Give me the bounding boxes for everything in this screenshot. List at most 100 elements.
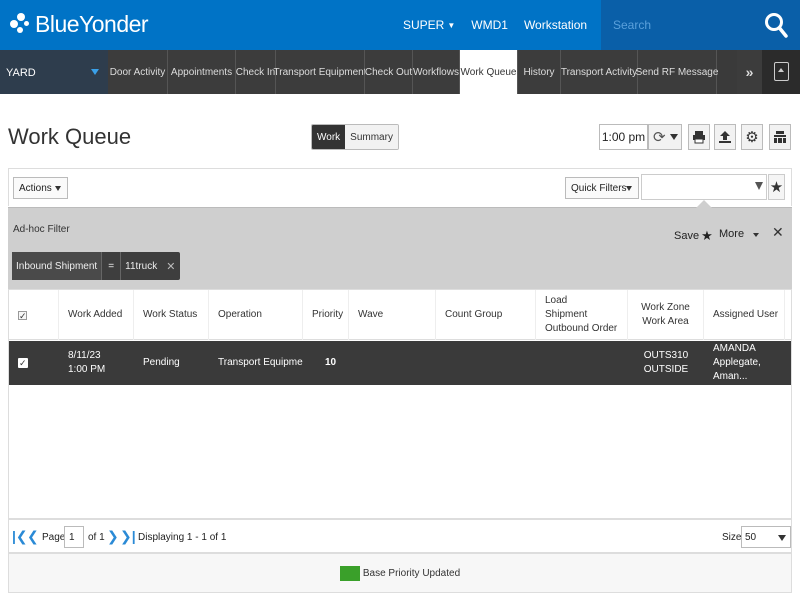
select-all-checkbox[interactable] [18, 309, 27, 323]
chevron-down-icon [626, 186, 632, 191]
pager: |❮ ❮ Page 1 of 1 ❯ ❯| Displaying 1 - 1 o… [8, 519, 792, 553]
nav-tabs: Door Activity Appointments Check In Transpo… [108, 50, 718, 94]
tab-transport-activity[interactable]: Transport Activity [561, 50, 638, 94]
refresh-time[interactable]: 1:00 pm [599, 124, 648, 150]
global-search [601, 0, 800, 50]
tab-send-rf-message[interactable]: Send RF Message [636, 50, 718, 94]
save-filter-button[interactable]: Save ★ [674, 228, 713, 244]
toggle-summary[interactable]: Summary [345, 125, 398, 149]
tab-work-queue[interactable]: Work Queue [460, 50, 518, 94]
select-all-header[interactable] [9, 290, 59, 340]
table-row[interactable]: 8/11/23 1:00 PM Pending Transport Equipm… [9, 341, 791, 385]
page-label: Page [42, 532, 66, 543]
displaying-text: Displaying 1 - 1 of 1 [138, 532, 227, 543]
column-header[interactable]: Priority [303, 290, 349, 340]
tab-workflows[interactable]: Workflows [413, 50, 460, 94]
more-tabs-button[interactable]: » [737, 50, 762, 94]
cell-wave [349, 341, 436, 385]
view-toggle: Work Summary [311, 124, 399, 150]
quick-filters-label: Quick Filters [571, 182, 627, 194]
filter-icon[interactable] [755, 182, 763, 190]
cell-work-added: 8/11/23 1:00 PM [68, 350, 106, 375]
logo-mark-icon [10, 13, 32, 35]
layout-button[interactable] [769, 124, 791, 150]
collapse-panel-button[interactable] [762, 50, 800, 94]
remove-filter-icon[interactable]: ✕ [161, 252, 180, 280]
adhoc-filter-panel: Ad-hoc Filter Inbound Shipment = 11truck… [8, 200, 792, 289]
filter-input[interactable] [641, 174, 767, 200]
first-page-icon[interactable]: |❮ [12, 528, 28, 545]
page-input[interactable]: 1 [64, 526, 84, 548]
column-header[interactable]: Assigned User [704, 290, 785, 340]
prev-page-icon[interactable]: ❮ [27, 528, 39, 545]
cell-count-group [436, 341, 536, 385]
refresh-button[interactable]: ⟳ [648, 124, 682, 150]
column-header[interactable]: Load Shipment Outbound Order [536, 290, 628, 340]
chevron-down-icon [669, 134, 678, 140]
user-menu-label: SUPER [403, 18, 445, 32]
favorite-filter-button[interactable]: ★ [768, 174, 785, 200]
column-header[interactable]: Work Status [134, 290, 209, 340]
page-size-select[interactable]: 50 [741, 526, 791, 548]
column-header[interactable]: Work Zone Work Area [628, 290, 704, 340]
panel-pointer [696, 200, 712, 208]
export-button[interactable] [714, 124, 736, 150]
tab-door-activity[interactable]: Door Activity [108, 50, 168, 94]
brand-name: BlueYonder [35, 10, 149, 37]
last-page-icon[interactable]: ❯| [120, 528, 136, 545]
cell-work-zone: OUTS310 OUTSIDE [643, 350, 689, 375]
warehouse-selector[interactable]: WMD1 [463, 18, 516, 32]
page-count: of 1 [88, 532, 105, 543]
search-icon[interactable] [764, 12, 788, 38]
row-select-cell[interactable] [9, 341, 59, 385]
star-icon: ★ [701, 228, 713, 243]
tab-transport-equipment[interactable]: Transport Equipment [274, 50, 367, 94]
grid-header: Work AddedWork StatusOperationPriorityWa… [9, 290, 791, 340]
filter-chip-operator: = [101, 252, 122, 280]
save-filter-label: Save [674, 230, 700, 242]
column-header[interactable]: Wave [349, 290, 436, 340]
upload-icon [719, 131, 731, 143]
actions-dropdown[interactable]: Actions [13, 177, 68, 199]
gear-icon: ⚙ [745, 129, 759, 146]
next-page-icon[interactable]: ❯ [107, 528, 119, 545]
chevron-down-icon[interactable] [753, 233, 759, 237]
tab-history[interactable]: History [518, 50, 561, 94]
filter-chip[interactable]: Inbound Shipment = 11truck ✕ [12, 252, 181, 280]
more-button[interactable]: More [719, 228, 744, 240]
tab-appointments[interactable]: Appointments [168, 50, 236, 94]
tab-check-out[interactable]: Check Out [365, 50, 413, 94]
cell-operation: Transport Equipmer [218, 357, 303, 368]
context-selector[interactable]: YARD [0, 50, 108, 94]
filter-chip-field: Inbound Shipment [12, 252, 102, 280]
status-message: Base Priority Updated [362, 567, 461, 579]
user-menu[interactable]: SUPER ▼ [395, 18, 463, 32]
column-header[interactable]: Count Group [436, 290, 536, 340]
cell-assigned-user: AMANDA Applegate, Aman... [713, 343, 761, 382]
top-menu: SUPER ▼ WMD1 Workstation ? [395, 0, 629, 50]
settings-button[interactable]: ⚙ [741, 124, 763, 150]
workstation-selector[interactable]: Workstation [516, 18, 595, 32]
actions-label: Actions [19, 182, 52, 194]
search-input[interactable] [613, 15, 753, 35]
print-button[interactable] [688, 124, 710, 150]
close-icon[interactable]: ✕ [772, 224, 784, 241]
star-icon: ★ [769, 179, 784, 196]
cell-load [536, 341, 628, 385]
status-bar: Base Priority Updated [8, 553, 792, 593]
chevron-down-icon: ▼ [447, 20, 456, 30]
top-bar: BlueYonder SUPER ▼ WMD1 Workstation ? [0, 0, 800, 50]
chevron-down-icon [778, 535, 786, 541]
refresh-icon: ⟳ [653, 129, 666, 146]
logo[interactable]: BlueYonder [10, 9, 149, 39]
cell-priority: 10 [325, 357, 337, 368]
panel-toggle-icon [774, 62, 789, 81]
tab-check-in[interactable]: Check In [236, 50, 276, 94]
toggle-work[interactable]: Work [312, 125, 346, 149]
column-header[interactable]: Operation [209, 290, 303, 340]
size-label: Size [722, 532, 742, 543]
row-checkbox[interactable] [18, 356, 28, 370]
quick-filters-dropdown[interactable]: Quick Filters [565, 177, 639, 199]
column-header[interactable]: Work Added [59, 290, 134, 340]
context-label: YARD [6, 67, 36, 79]
